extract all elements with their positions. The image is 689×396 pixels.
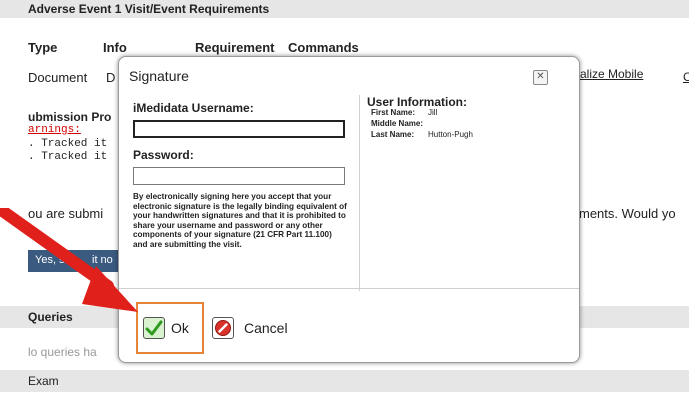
password-label: Password: bbox=[133, 148, 194, 162]
legal-disclaimer: By electronically signing here you accep… bbox=[133, 192, 347, 249]
dialog-title: Signature bbox=[129, 68, 189, 84]
tracked-item-2: . Tracked it bbox=[28, 151, 108, 163]
section-title: Adverse Event 1 Visit/Event Requirements bbox=[28, 2, 270, 16]
first-name-value: Jill bbox=[428, 108, 438, 117]
far-right-link[interactable]: C bbox=[683, 70, 689, 84]
col-type: Type bbox=[28, 40, 58, 55]
finalize-mobile-link[interactable]: alize Mobile bbox=[580, 67, 643, 81]
col-info: Info bbox=[103, 40, 127, 55]
username-label: iMedidata Username: bbox=[133, 101, 254, 115]
col-requirement: Requirement bbox=[195, 40, 275, 55]
first-name-label: First Name: bbox=[371, 108, 416, 117]
cancel-button[interactable]: Cancel bbox=[212, 317, 288, 339]
col-commands: Commands bbox=[288, 40, 359, 55]
close-icon[interactable]: ✕ bbox=[533, 70, 548, 85]
submitting-text-right: ments. Would yo bbox=[579, 206, 676, 221]
red-arrow bbox=[0, 208, 138, 312]
cancel-label: Cancel bbox=[244, 320, 288, 336]
dialog-footer-divider bbox=[119, 288, 579, 289]
cancel-icon bbox=[212, 317, 234, 339]
warnings-label: arnings: bbox=[28, 124, 81, 136]
row-info: D bbox=[106, 70, 116, 85]
middle-name-label: Middle Name: bbox=[371, 119, 424, 128]
exam-band bbox=[0, 370, 689, 392]
password-input[interactable] bbox=[133, 167, 345, 185]
exam-header: Exam bbox=[28, 374, 59, 388]
username-input[interactable] bbox=[133, 120, 345, 138]
user-info-title: User Information: bbox=[367, 95, 468, 109]
queries-text: lo queries ha bbox=[28, 345, 97, 359]
last-name-value: Hutton-Pugh bbox=[428, 130, 473, 139]
submission-label: ubmission Pro bbox=[28, 110, 112, 124]
row-type: Document bbox=[28, 70, 88, 85]
last-name-label: Last Name: bbox=[371, 130, 415, 139]
ok-check-icon bbox=[143, 317, 165, 339]
ok-label: Ok bbox=[171, 320, 189, 336]
ok-button[interactable]: Ok bbox=[143, 317, 189, 339]
tracked-item-1: . Tracked it bbox=[28, 138, 108, 150]
dialog-column-divider bbox=[359, 95, 360, 291]
